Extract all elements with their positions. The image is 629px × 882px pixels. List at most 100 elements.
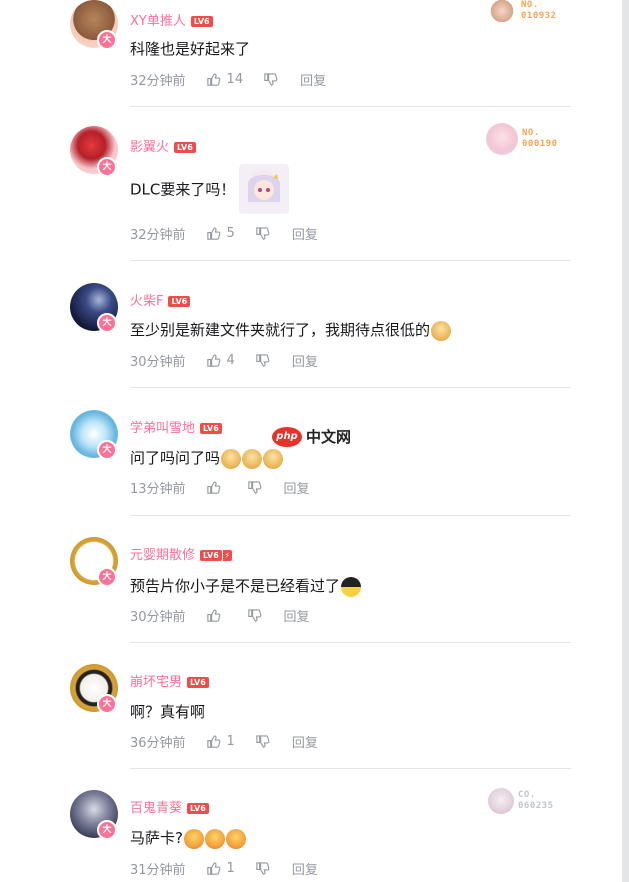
doge-emote [221,448,242,469]
comment-time: 13分钟前 [130,482,186,497]
like-count: 14 [226,72,244,87]
reply-button[interactable]: 回复 [292,351,318,370]
like-count: 5 [226,226,235,241]
comment-meta: 30分钟前 回复 [130,606,310,625]
dislike-button[interactable] [247,480,262,495]
username-row[interactable]: 影翼火 LV6 [130,136,196,155]
watermark-text: 中文网 [306,428,352,446]
fan-badge: CO. 060235 [488,788,554,814]
dislike-button[interactable] [255,226,270,241]
reply-button[interactable]: 回复 [284,478,310,497]
thumb-down-icon [256,227,270,240]
fan-badge: NO. 010932 [487,0,557,22]
doge-emote [263,448,284,469]
level-badge: LV6 [190,16,213,27]
page-scrollbar[interactable] [622,0,629,882]
vip-badge: 大 [97,30,117,50]
like-count: 1 [226,861,235,876]
comment-text-row: 至少别是新建文件夹就行了，我期待点很低的 [130,319,452,341]
thumb-down-icon [256,354,270,367]
username[interactable]: 崩坏宅男 [130,675,182,690]
dislike-button[interactable] [247,608,262,623]
thumb-up-icon [206,735,220,748]
thumb-up-icon [206,481,220,494]
username-row[interactable]: 百鬼青葵 LV6 [130,797,209,816]
comment-time: 32分钟前 [130,228,186,243]
fan-badge-number: 000190 [522,139,558,149]
comment-text-row: 问了吗问了吗 [130,447,284,469]
like-button[interactable] [206,480,227,495]
fan-badge-image [487,0,517,22]
comment-list-page: 大 XY单推人 LV6 NO. 010932 科隆也是好起来了 32分钟前 14 回… [0,0,629,882]
username[interactable]: 学弟叫雪地 [130,421,195,436]
comment-meta: 32分钟前 14 回复 [130,70,326,89]
dislike-button[interactable] [255,734,270,749]
level-badge: LV6 [200,423,222,434]
comment-text: 至少别是新建文件夹就行了，我期待点很低的 [130,321,431,339]
like-count: 1 [226,734,235,749]
username[interactable]: 火柴F [130,294,163,309]
level-badge: LV6 [187,803,209,814]
fan-badge-image [486,123,518,155]
level-plus-icon: ⚡ [222,550,232,561]
username[interactable]: 百鬼青葵 [130,801,182,816]
divider [130,768,571,769]
reply-button[interactable]: 回复 [300,70,326,89]
reply-button[interactable]: 回复 [292,224,318,243]
fan-badge-label: NO. [521,0,539,10]
username[interactable]: 影翼火 [130,140,169,155]
comment-meta: 32分钟前 5 回复 [130,224,318,243]
cry-emote [204,828,225,849]
like-button[interactable] [206,608,227,623]
divider [130,642,571,643]
thumb-down-icon [247,481,261,494]
sticker-image [248,170,281,202]
dislike-button[interactable] [255,861,270,876]
vip-badge: 大 [97,440,117,460]
fan-badge-label: CO. [518,790,536,800]
username[interactable]: XY单推人 [130,14,186,29]
comment-time: 32分钟前 [130,74,186,89]
reply-button[interactable]: 回复 [284,606,310,625]
doge-emote [242,448,263,469]
username-row[interactable]: XY单推人 LV6 [130,10,213,29]
reply-button[interactable]: 回复 [292,859,318,878]
username-row[interactable]: 火柴F LV6 [130,290,191,309]
username[interactable]: 元婴期散修 [130,548,195,563]
comment-text: 马萨卡? [130,829,183,847]
username-row[interactable]: 元婴期散修 LV6 ⚡ [130,544,232,563]
like-button[interactable]: 1 [206,861,235,876]
thumb-up-icon [206,354,220,367]
dislike-button[interactable] [255,353,270,368]
comment-text-row: DLC要来了吗！ [130,164,290,214]
level-badge: LV6 [168,296,191,307]
vip-badge: 大 [97,820,117,840]
like-button[interactable]: 4 [206,353,235,368]
divider [130,515,571,516]
level-badge: LV6 [200,550,222,561]
like-button[interactable]: 5 [206,226,235,241]
reply-button[interactable]: 回复 [292,732,318,751]
thumb-down-icon [247,609,261,622]
thumb-down-icon [264,73,278,86]
smirk-emote [341,576,362,597]
comment-text-row: 马萨卡? [130,827,246,849]
username-row[interactable]: 崩坏宅男 LV6 [130,671,209,690]
comment-time: 31分钟前 [130,863,186,878]
watermark-logo: php [272,426,302,447]
thumb-up-icon [206,227,220,240]
comment-text-row: 预告片你小子是不是已经看过了 [130,575,362,597]
comment-meta: 36分钟前 1 回复 [130,732,318,751]
vip-badge: 大 [97,567,117,587]
comment-time: 36分钟前 [130,736,186,751]
comment-text: DLC要来了吗！ [130,180,236,199]
comment-time: 30分钟前 [130,355,186,370]
comment-text: 啊？真有啊 [130,703,206,721]
divider [130,387,571,388]
like-button[interactable]: 14 [206,72,244,87]
divider [130,106,571,107]
username-row[interactable]: 学弟叫雪地 LV6 [130,417,222,436]
dislike-button[interactable] [263,72,278,87]
like-button[interactable]: 1 [206,734,235,749]
thumb-up-icon [206,609,220,622]
